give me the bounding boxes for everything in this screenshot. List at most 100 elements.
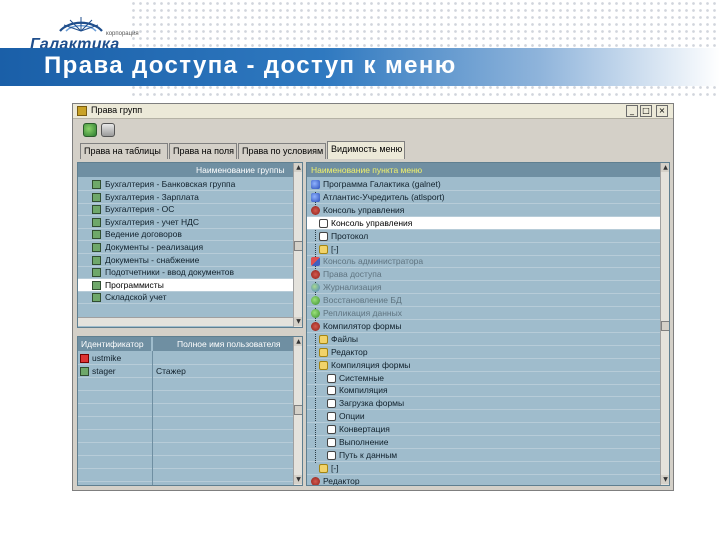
- group-icon: [92, 180, 101, 189]
- refresh-icon[interactable]: [83, 123, 97, 137]
- document-icon: [327, 412, 336, 422]
- menu-item-label: Системные: [339, 372, 385, 383]
- group-row[interactable]: Бухгалтерия - ОС: [78, 203, 293, 217]
- menu-tree-item[interactable]: Консоль управления: [307, 216, 660, 230]
- menu-tree-item[interactable]: Программа Галактика (galnet): [307, 178, 660, 191]
- menu-tree-item[interactable]: Права доступа: [307, 268, 660, 282]
- toolbar: [73, 120, 673, 140]
- empty-row: [78, 469, 293, 482]
- group-label: Документы - реализация: [105, 242, 204, 252]
- menu-item-label: Права доступа: [323, 269, 382, 280]
- scroll-down-icon[interactable]: ▼: [661, 475, 669, 484]
- scroll-down-icon[interactable]: ▼: [294, 317, 302, 326]
- group-row[interactable]: Бухгалтерия - учет НДС: [78, 216, 293, 229]
- menu-tree-item[interactable]: Конвертация: [307, 423, 660, 437]
- scroll-thumb[interactable]: [661, 321, 669, 331]
- user-id: stager: [92, 366, 116, 376]
- users-id-header[interactable]: Идентификатор: [78, 337, 152, 351]
- group-icon: [92, 205, 101, 215]
- groups-scrollbar[interactable]: ▲ ▼: [293, 163, 302, 327]
- menu-tree-item[interactable]: Файлы: [307, 333, 660, 346]
- menu-tree-item[interactable]: Восстановление БД: [307, 294, 660, 308]
- menu-tree-item[interactable]: Компиляция: [307, 384, 660, 398]
- menu-item-label: Редактор: [323, 475, 360, 486]
- empty-row: [78, 417, 293, 430]
- menu-tree-item[interactable]: Консоль администратора: [307, 255, 660, 269]
- menu-tree-item[interactable]: Системные: [307, 372, 660, 385]
- group-row[interactable]: Ведение договоров: [78, 228, 293, 242]
- menu-column-header[interactable]: Наименование пункта меню: [307, 163, 660, 177]
- users-name-header[interactable]: Полное имя пользователя: [153, 337, 293, 351]
- user-icon: [80, 367, 89, 376]
- green-node-icon: [311, 309, 320, 318]
- window-title-bar[interactable]: Права групп _ □ ×: [73, 104, 673, 119]
- group-label: Бухгалтерия - Банковская группа: [105, 179, 236, 189]
- rights-window: Права групп _ □ × Права на таблицы Права…: [72, 103, 674, 491]
- tab-condition-rights[interactable]: Права по условиям: [238, 143, 326, 159]
- splitter-horizontal[interactable]: [77, 329, 303, 335]
- menu-item-label: Компиляция: [339, 385, 388, 396]
- folder-icon: [319, 244, 328, 254]
- user-row[interactable]: ustmike: [78, 352, 293, 365]
- menu-tree-item[interactable]: Редактор: [307, 475, 660, 486]
- tab-table-rights[interactable]: Права на таблицы: [80, 143, 168, 159]
- scroll-up-icon[interactable]: ▲: [294, 163, 302, 172]
- group-row[interactable]: Документы - снабжение: [78, 254, 293, 267]
- settings-icon[interactable]: [101, 123, 115, 137]
- empty-row: [78, 391, 293, 404]
- group-label: Складской учет: [105, 292, 167, 303]
- menu-tree-item[interactable]: Загрузка формы: [307, 397, 660, 411]
- scroll-down-icon[interactable]: ▼: [294, 475, 302, 484]
- groups-column-header[interactable]: Наименование группы: [78, 163, 294, 177]
- group-row[interactable]: Бухгалтерия - Зарплата: [78, 191, 293, 204]
- menu-scrollbar[interactable]: ▲ ▼: [660, 163, 669, 485]
- groups-list[interactable]: Наименование группы Бухгалтерия - Банков…: [77, 162, 303, 328]
- scroll-up-icon[interactable]: ▲: [294, 337, 302, 346]
- minimize-button[interactable]: _: [626, 105, 638, 117]
- menu-tree-item[interactable]: [-]: [307, 243, 660, 256]
- user-row[interactable]: stager Стажер: [78, 365, 293, 378]
- groups-hscrollbar[interactable]: [78, 317, 293, 326]
- scroll-thumb[interactable]: [294, 241, 302, 251]
- menu-tree-item[interactable]: Консоль управления: [307, 204, 660, 217]
- menu-tree-item[interactable]: Журнализация: [307, 281, 660, 295]
- menu-tree-item[interactable]: Редактор: [307, 346, 660, 359]
- group-row[interactable]: Бухгалтерия - Банковская группа: [78, 178, 293, 191]
- document-icon: [327, 399, 336, 409]
- users-scrollbar[interactable]: ▲ ▼: [293, 337, 302, 485]
- group-icon: [92, 217, 101, 227]
- tab-menu-visibility[interactable]: Видимость меню: [327, 141, 405, 159]
- menu-tree-item[interactable]: [-]: [307, 462, 660, 475]
- group-row[interactable]: Подотчетники - ввод документов: [78, 266, 293, 280]
- menu-tree-item[interactable]: Опции: [307, 410, 660, 424]
- group-icon: [92, 230, 101, 240]
- menu-tree-item[interactable]: Путь к данным: [307, 449, 660, 462]
- menu-item-label: Атлантис-Учредитель (atlsport): [323, 191, 445, 202]
- close-button[interactable]: ×: [656, 105, 668, 117]
- scroll-thumb[interactable]: [294, 405, 302, 415]
- menu-tree[interactable]: Наименование пункта меню Программа Галак…: [306, 162, 670, 486]
- group-row[interactable]: Складской учет: [78, 291, 293, 305]
- tab-field-rights[interactable]: Права на поля: [169, 143, 237, 159]
- menu-tree-item[interactable]: Компилятор формы: [307, 320, 660, 333]
- menu-item-label: Консоль управления: [323, 204, 405, 215]
- group-label: Бухгалтерия - ОС: [105, 204, 175, 215]
- document-icon: [327, 373, 336, 383]
- folder-icon: [319, 463, 328, 473]
- group-row[interactable]: Документы - реализация: [78, 241, 293, 254]
- menu-tree-item[interactable]: Атлантис-Учредитель (atlsport): [307, 191, 660, 204]
- menu-item-label: Журнализация: [323, 282, 382, 293]
- menu-tree-item[interactable]: Репликация данных: [307, 307, 660, 320]
- users-list[interactable]: Идентификатор Полное имя пользователя us…: [77, 336, 303, 486]
- blue-node-icon: [311, 180, 320, 189]
- group-row[interactable]: Программисты: [78, 278, 293, 292]
- scroll-up-icon[interactable]: ▲: [661, 163, 669, 172]
- menu-tree-item[interactable]: Выполнение: [307, 436, 660, 449]
- globe-icon: [311, 283, 320, 293]
- menu-tree-item[interactable]: Компиляция формы: [307, 359, 660, 372]
- empty-row: [78, 404, 293, 417]
- flag-icon: [311, 257, 320, 267]
- maximize-button[interactable]: □: [640, 105, 652, 117]
- menu-tree-item[interactable]: Протокол: [307, 230, 660, 243]
- group-label: Подотчетники - ввод документов: [105, 267, 235, 278]
